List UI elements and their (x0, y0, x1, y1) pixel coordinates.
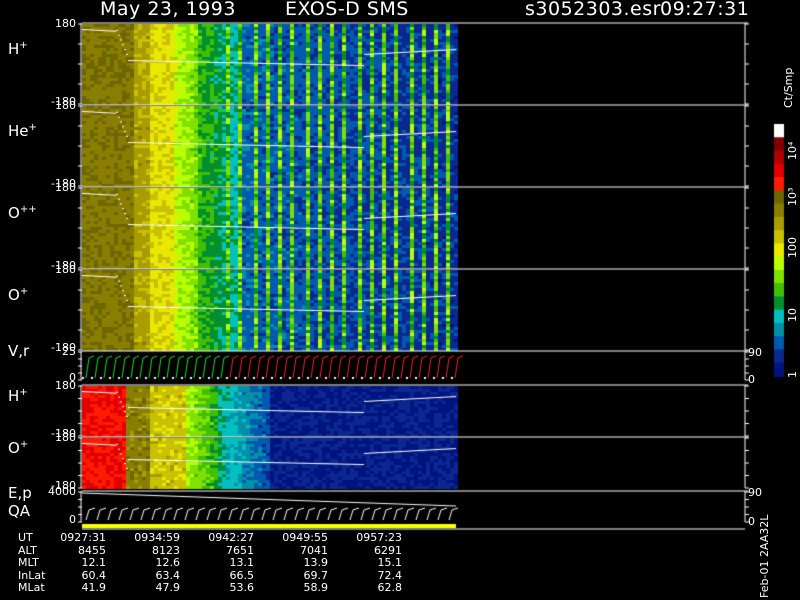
panel-label-6: O+ (8, 439, 29, 457)
orbit-cell-MLT-2: 13.1 (229, 556, 255, 569)
orbit-cell-MLT-4: 15.1 (377, 556, 403, 569)
colorbar-tick-3: 10 (786, 308, 799, 322)
panel-ytop-5: 180 (55, 379, 76, 392)
panel-label-7: E,p (8, 484, 32, 502)
colorbar-tick-4: 1 (786, 371, 799, 378)
colorbar-unit-label: Ct/Smp (782, 67, 795, 108)
orbit-cell-UT-0: 0927:31 (60, 531, 106, 544)
panel-ytop-3: 180 (55, 263, 76, 276)
orbit-cell-UT-4: 0957:23 (356, 531, 402, 544)
version-label: Feb-01 2AA32L (758, 514, 771, 598)
panel-label-4: V,r (8, 342, 30, 360)
orbit-cell-MLat-2: 53.6 (229, 581, 255, 594)
orbit-cell-UT-2: 0942:27 (208, 531, 254, 544)
panel-label-2: O++ (8, 204, 37, 222)
panel-rbot-7: 0 (748, 515, 755, 528)
colorbar-tick-1: 10³ (786, 187, 799, 206)
start-time: 09:27:31 (660, 0, 750, 20)
panel-label-3: O+ (8, 286, 29, 304)
panel-label-0: H+ (8, 40, 28, 58)
panel-ytop-1: 180 (55, 99, 76, 112)
panel-rtop-4: 90 (748, 346, 762, 359)
colorbar-tick-2: 100 (786, 237, 799, 258)
panel-ytop-7: 4000 (48, 485, 76, 498)
panel-ytop-0: 180 (55, 17, 76, 30)
panel-ytop-2: 180 (55, 181, 76, 194)
orbit-row-label-UT: UT (18, 531, 33, 544)
panel-rbot-4: 0 (748, 373, 755, 386)
spectrogram-canvas (0, 0, 800, 600)
colorbar-tick-0: 10⁴ (786, 141, 799, 160)
orbit-cell-MLT-3: 13.9 (303, 556, 329, 569)
panel-label-5: H+ (8, 387, 28, 405)
instrument-name: EXOS-D SMS (285, 0, 409, 20)
plot-date: May 23, 1993 (100, 0, 236, 20)
orbit-cell-MLT-1: 12.6 (155, 556, 181, 569)
orbit-row-label-MLT: MLT (18, 556, 39, 569)
orbit-cell-MLat-4: 62.8 (377, 581, 403, 594)
panel-rtop-7: 90 (748, 486, 762, 499)
orbit-cell-MLat-1: 47.9 (155, 581, 181, 594)
panel-ytop-4: 25 (62, 345, 76, 358)
file-name: s3052303.esr (525, 0, 661, 20)
orbit-cell-MLat-0: 41.9 (81, 581, 107, 594)
orbit-cell-UT-1: 0934:59 (134, 531, 180, 544)
panel-label-1: He+ (8, 122, 37, 140)
panel-ytop-6: 180 (55, 431, 76, 444)
panel-label2-7: QA (8, 502, 31, 520)
orbit-row-label-MLat: MLat (18, 581, 45, 594)
orbit-cell-MLT-0: 12.1 (81, 556, 107, 569)
panel-ybot-7: 0 (69, 513, 76, 526)
orbit-cell-UT-3: 0949:55 (282, 531, 328, 544)
orbit-cell-MLat-3: 58.9 (303, 581, 329, 594)
